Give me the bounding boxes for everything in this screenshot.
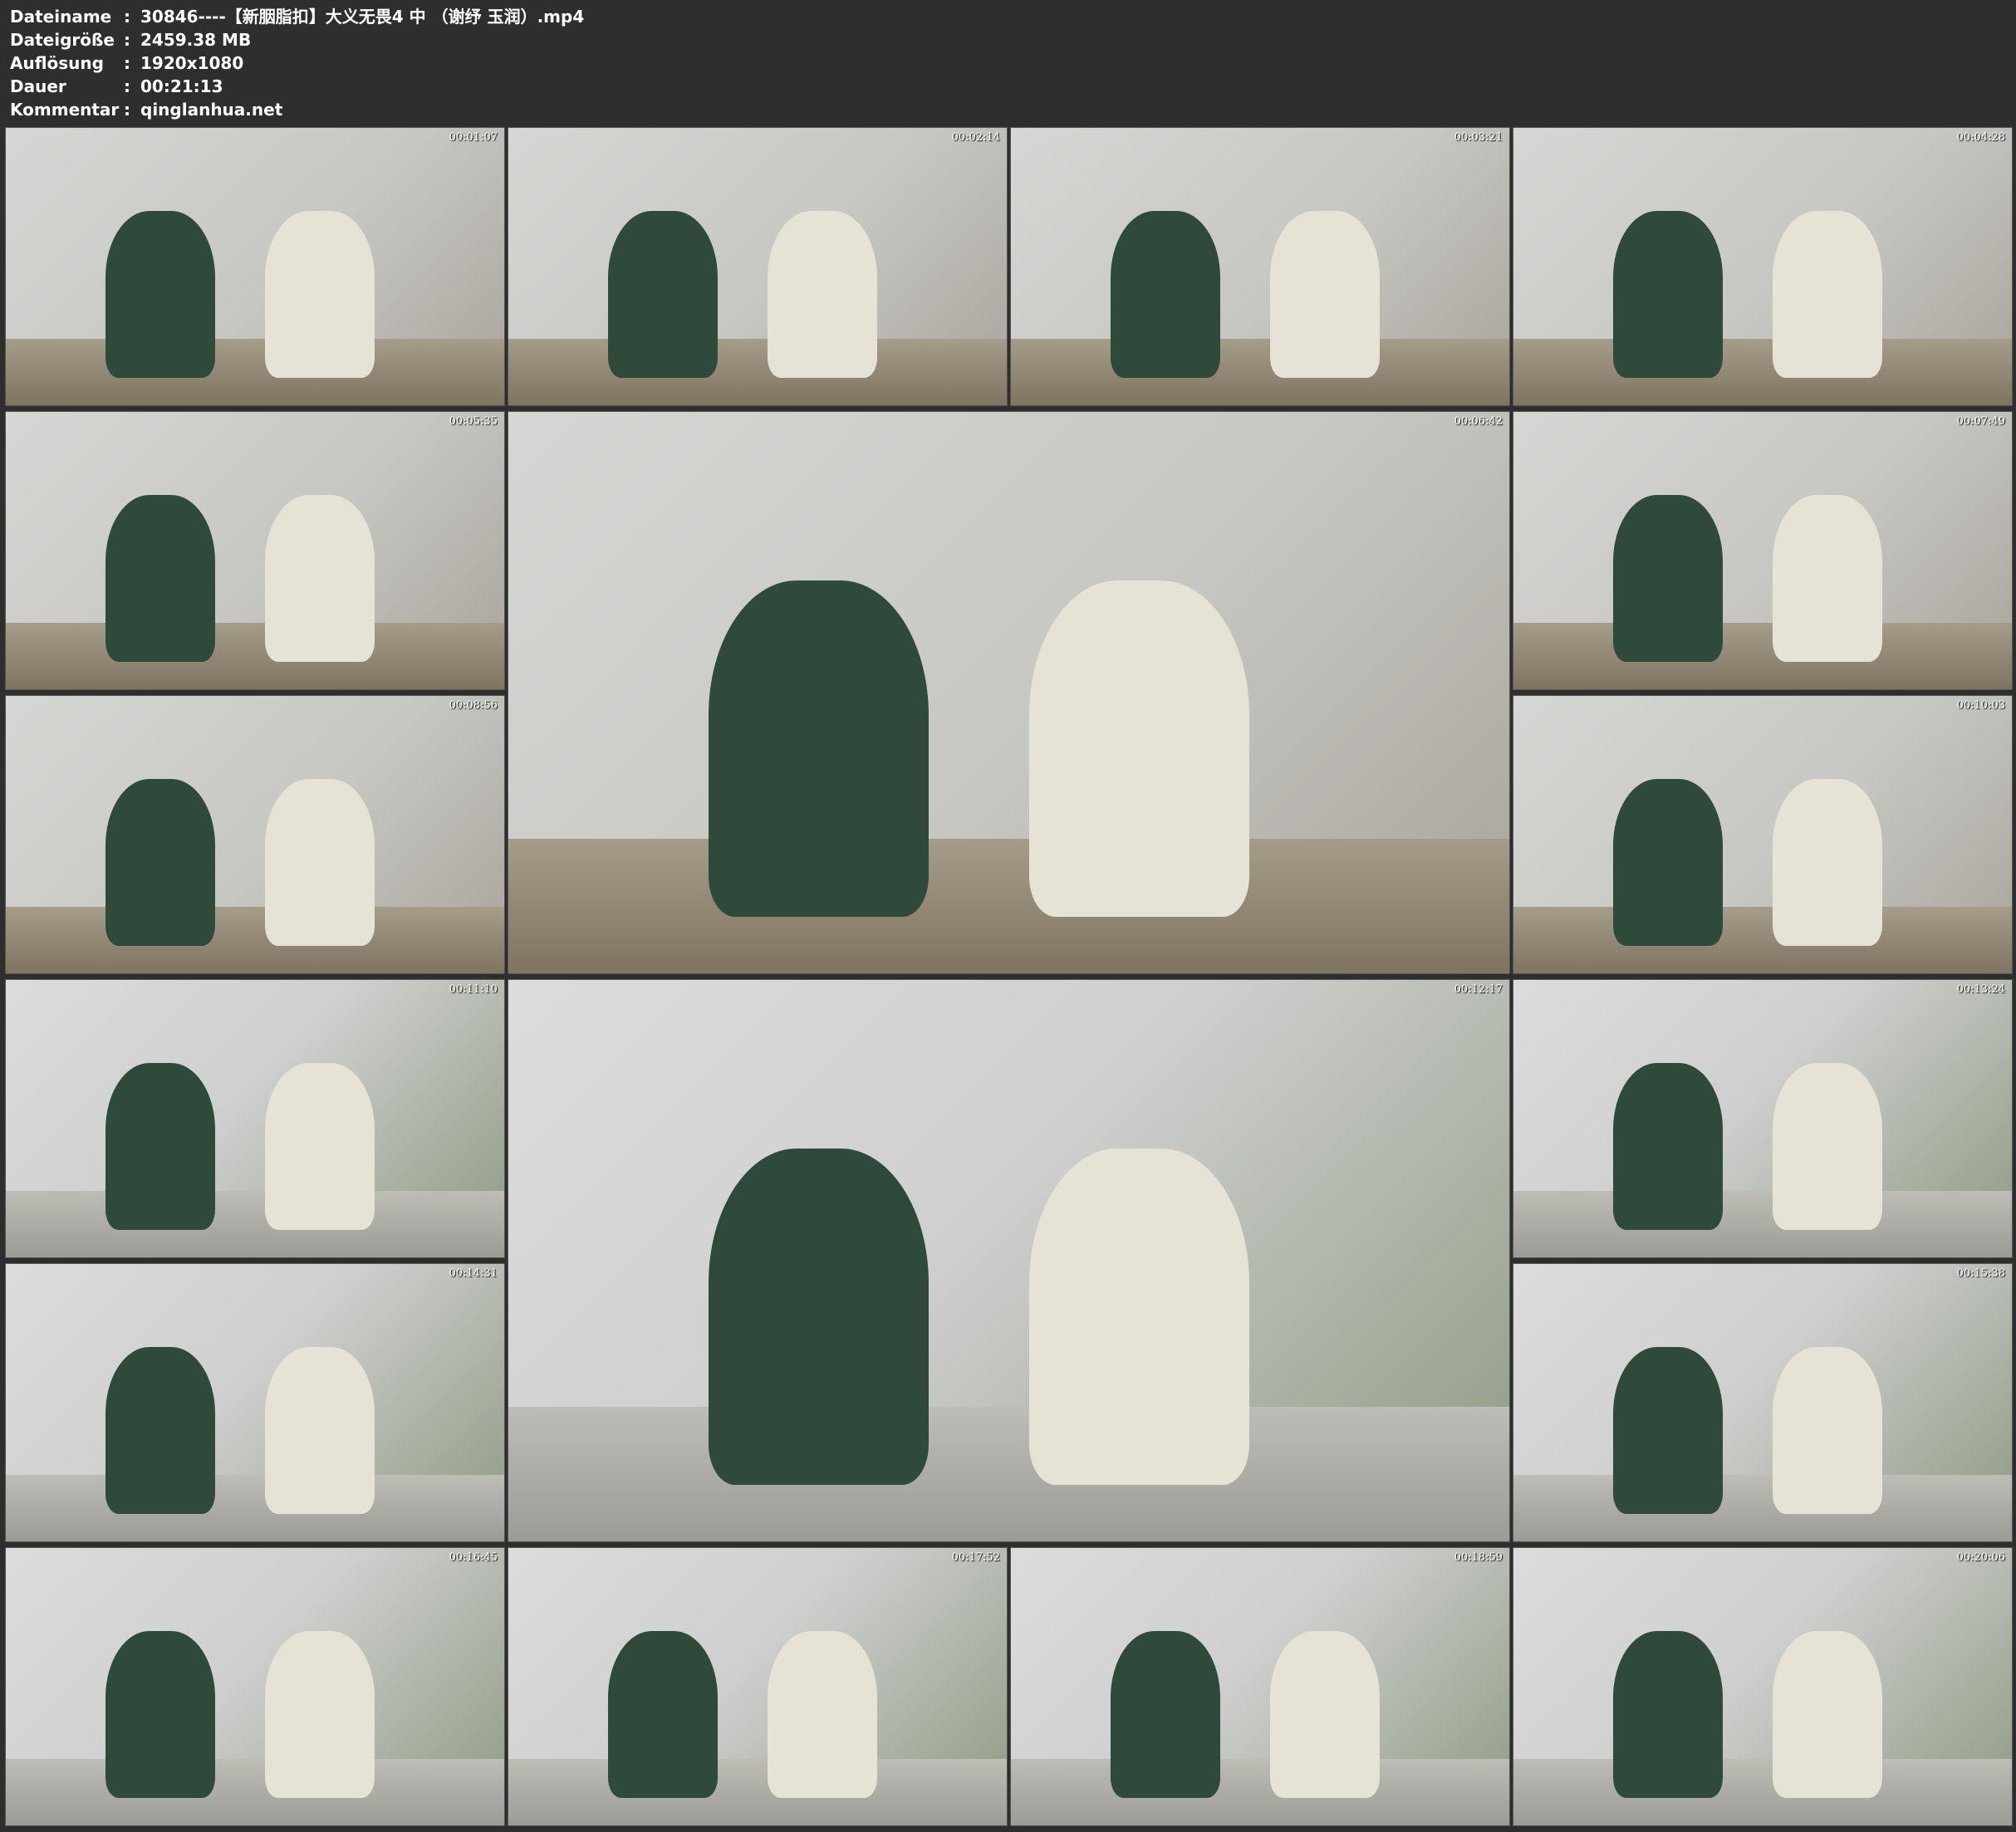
thumbnail-timestamp: 00:13:24	[1956, 983, 2005, 996]
figure-green-dress	[1111, 1631, 1220, 1798]
video-thumbnail: 00:13:24	[1513, 979, 2013, 1258]
figure-green-dress	[1613, 1347, 1723, 1514]
thumbnail-timestamp: 00:01:07	[449, 131, 498, 144]
figure-white-dress	[768, 1631, 877, 1798]
video-thumbnail: 00:03:21	[1010, 127, 1510, 406]
figure-green-dress	[1111, 211, 1220, 378]
thumbnail-floor	[1513, 1474, 2012, 1541]
figure-green-dress	[1613, 495, 1723, 662]
figure-white-dress	[265, 779, 375, 946]
figure-green-dress	[105, 495, 215, 662]
thumbnail-timestamp: 00:15:38	[1956, 1267, 2005, 1280]
figure-green-dress	[608, 1631, 718, 1798]
thumbnail-floor	[6, 338, 504, 405]
figure-green-dress	[105, 1631, 215, 1798]
thumbnail-floor	[1513, 622, 2012, 689]
thumbnail-timestamp: 00:08:56	[449, 699, 498, 712]
figure-green-dress	[709, 580, 930, 918]
figure-white-dress	[1773, 1347, 1882, 1514]
figure-green-dress	[1613, 779, 1723, 946]
figure-white-dress	[1270, 1631, 1380, 1798]
figure-white-dress	[265, 1063, 375, 1230]
video-thumbnail: 00:15:38	[1513, 1263, 2013, 1542]
thumbnail-timestamp: 00:16:45	[449, 1551, 498, 1564]
thumbnail-grid: 00:01:07 00:02:14 00:03:21 00:04:28 00:05:35…	[0, 0, 2016, 1832]
figure-white-dress	[1773, 495, 1882, 662]
figure-white-dress	[265, 1631, 375, 1798]
thumbnail-floor	[6, 1190, 504, 1257]
thumbnail-timestamp: 00:17:52	[951, 1551, 1000, 1564]
video-thumbnail: 00:02:14	[508, 127, 1008, 406]
thumbnail-timestamp: 00:10:03	[1956, 699, 2005, 712]
figure-green-dress	[105, 1063, 215, 1230]
figure-white-dress	[1028, 580, 1249, 918]
figure-white-dress	[265, 495, 375, 662]
thumbnail-floor	[6, 1474, 504, 1541]
thumbnail-floor	[6, 622, 504, 689]
thumbnail-floor	[508, 1758, 1007, 1825]
thumbnail-timestamp: 00:20:06	[1956, 1551, 2005, 1564]
figure-white-dress	[265, 211, 375, 378]
thumbnail-floor	[1011, 338, 1509, 405]
figure-white-dress	[1773, 779, 1882, 946]
video-thumbnail: 00:05:35	[5, 411, 505, 690]
figure-white-dress	[1270, 211, 1380, 378]
thumbnail-timestamp: 00:12:17	[1454, 983, 1503, 996]
thumbnail-floor	[1513, 1190, 2012, 1257]
thumbnail-timestamp: 00:04:28	[1956, 131, 2005, 144]
thumbnail-timestamp: 00:11:10	[449, 983, 498, 996]
video-thumbnail: 00:07:49	[1513, 411, 2013, 690]
video-thumbnail: 00:14:31	[5, 1263, 505, 1542]
figure-green-dress	[1613, 1631, 1723, 1798]
video-thumbnail: 00:18:59	[1010, 1547, 1510, 1826]
thumbnail-timestamp: 00:18:59	[1454, 1551, 1503, 1564]
video-thumbnail: 00:08:56	[5, 695, 505, 974]
figure-green-dress	[105, 779, 215, 946]
figure-green-dress	[105, 1347, 215, 1514]
figure-white-dress	[1773, 1063, 1882, 1230]
figure-green-dress	[1613, 211, 1723, 378]
figure-white-dress	[265, 1347, 375, 1514]
figure-green-dress	[1613, 1063, 1723, 1230]
thumbnail-floor	[1513, 1758, 2012, 1825]
figure-white-dress	[768, 211, 877, 378]
thumbnail-floor	[508, 838, 1509, 973]
video-thumbnail: 00:12:17	[508, 979, 1510, 1542]
video-thumbnail: 00:16:45	[5, 1547, 505, 1826]
thumbnail-floor	[1011, 1758, 1509, 1825]
thumbnail-timestamp: 00:02:14	[951, 131, 1000, 144]
video-thumbnail: 00:20:06	[1513, 1547, 2013, 1826]
thumbnail-floor	[6, 906, 504, 973]
figure-green-dress	[105, 211, 215, 378]
thumbnail-floor	[1513, 338, 2012, 405]
thumbnail-timestamp: 00:05:35	[449, 415, 498, 428]
figure-green-dress	[709, 1148, 930, 1486]
thumbnail-timestamp: 00:03:21	[1454, 131, 1503, 144]
video-thumbnail: 00:01:07	[5, 127, 505, 406]
figure-white-dress	[1028, 1148, 1249, 1486]
video-thumbnail: 00:04:28	[1513, 127, 2013, 406]
thumbnail-timestamp: 00:06:42	[1454, 415, 1503, 428]
video-thumbnail: 00:17:52	[508, 1547, 1008, 1826]
thumbnail-floor	[6, 1758, 504, 1825]
thumbnail-floor	[508, 1406, 1509, 1541]
video-thumbnail: 00:10:03	[1513, 695, 2013, 974]
figure-white-dress	[1773, 1631, 1882, 1798]
thumbnail-timestamp: 00:07:49	[1956, 415, 2005, 428]
figure-white-dress	[1773, 211, 1882, 378]
thumbnail-floor	[1513, 906, 2012, 973]
thumbnail-timestamp: 00:14:31	[449, 1267, 498, 1280]
video-thumbnail: 00:11:10	[5, 979, 505, 1258]
thumbnail-floor	[508, 338, 1007, 405]
video-thumbnail: 00:06:42	[508, 411, 1510, 974]
figure-green-dress	[608, 211, 718, 378]
